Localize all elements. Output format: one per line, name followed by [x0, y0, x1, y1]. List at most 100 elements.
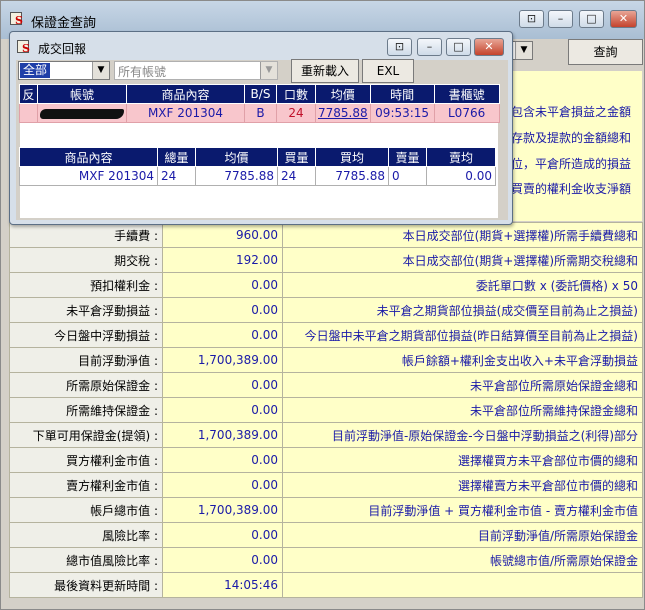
- time-cell: 09:53:15: [369, 103, 435, 123]
- chevron-down-icon: ▼: [260, 62, 277, 79]
- col-header[interactable]: 反: [19, 84, 38, 104]
- row-description: 委託單口數 x (委託價格) x 50: [282, 272, 643, 298]
- minimize-button[interactable]: –: [548, 10, 573, 28]
- row-value: 960.00: [162, 222, 283, 248]
- col-header[interactable]: 均價: [315, 84, 371, 104]
- row-description: 帳戶餘額+權利金支出收入+未平倉浮動損益: [282, 347, 643, 373]
- maximize-button[interactable]: □: [446, 38, 471, 56]
- row-value: 0.00: [162, 397, 283, 423]
- side-cell: B: [244, 103, 277, 123]
- row-label: 風險比率 :: [9, 522, 163, 548]
- row-label: 目前浮動淨值 :: [9, 347, 163, 373]
- col-header[interactable]: 買均: [315, 147, 389, 167]
- table-row: 手續費 :960.00 本日成交部位(期貨+選擇權)所需手續費總和: [9, 222, 643, 248]
- row-label: 買方權利金市值 :: [9, 447, 163, 473]
- table-row: 未平倉浮動損益 :0.00 未平倉之期貨部位損益(成交價至目前為止之損益): [9, 297, 643, 323]
- reverse-cell: [19, 103, 38, 123]
- desc-area: [513, 71, 642, 221]
- row-description: [282, 572, 643, 598]
- row-value: 1,700,389.00: [162, 497, 283, 523]
- table-row: 買方權利金市值 :0.00 選擇權買方未平倉部位市價的總和: [9, 447, 643, 473]
- row-label: 下單可用保證金(提領) :: [9, 422, 163, 448]
- col-header[interactable]: 總量: [157, 147, 196, 167]
- col-header[interactable]: 商品內容: [19, 147, 158, 167]
- close-button[interactable]: ✕: [474, 38, 504, 56]
- row-label: 期交稅 :: [9, 247, 163, 273]
- maximize-button[interactable]: □: [579, 10, 604, 28]
- product-cell: MXF 201304: [126, 103, 245, 123]
- account-filter-placeholder: 所有帳號: [118, 65, 167, 79]
- window-title: 保證金查詢: [31, 16, 97, 31]
- table-row: 下單可用保證金(提領) :1,700,389.00 目前浮動淨值-原始保證金-今日…: [9, 422, 643, 448]
- col-header[interactable]: 口數: [276, 84, 316, 104]
- row-label: 帳戶總市值 :: [9, 497, 163, 523]
- filter-select[interactable]: 全部 ▼: [18, 61, 110, 80]
- row-label: 最後資料更新時間 :: [9, 572, 163, 598]
- minimize-button[interactable]: –: [417, 38, 442, 56]
- col-header[interactable]: 商品內容: [126, 84, 245, 104]
- total-cell: 24: [157, 166, 196, 186]
- desc-partial-1: 包含未平倉損益之金額: [511, 105, 632, 119]
- col-header[interactable]: 均價: [195, 147, 278, 167]
- table-row: 帳戶總市值 :1,700,389.00 目前浮動淨值 + 買方權利金市值 - 賣方…: [9, 497, 643, 523]
- row-value: 0.00: [162, 472, 283, 498]
- row-label: 手續費 :: [9, 222, 163, 248]
- col-header[interactable]: 買量: [277, 147, 316, 167]
- col-header[interactable]: 賣量: [388, 147, 427, 167]
- qty-cell: 24: [276, 103, 316, 123]
- table-row: 賣方權利金市值 :0.00 選擇權賣方未平倉部位市價的總和: [9, 472, 643, 498]
- restore-dock-icon[interactable]: ⊡: [387, 38, 412, 56]
- buy-avg-cell: 7785.88: [315, 166, 389, 186]
- row-value: 0.00: [162, 447, 283, 473]
- row-value: 0.00: [162, 372, 283, 398]
- table-row: 目前浮動淨值 :1,700,389.00 帳戶餘額+權利金支出收入+未平倉浮動損益: [9, 347, 643, 373]
- query-button[interactable]: 查詢: [568, 39, 643, 65]
- row-description: 未平倉部位所需原始保證金總和: [282, 372, 643, 398]
- redaction-scribble: [40, 108, 124, 119]
- row-value: 1,700,389.00: [162, 422, 283, 448]
- row-value: 0.00: [162, 522, 283, 548]
- avg-cell: 7785.88: [195, 166, 278, 186]
- table-row: 預扣權利金 :0.00 委託單口數 x (委託價格) x 50: [9, 272, 643, 298]
- col-header[interactable]: 時間: [369, 84, 435, 104]
- summary-table: 商品內容 總量 均價 買量 買均 賣量 賣均 MXF 201304 24 778…: [19, 147, 496, 186]
- row-description: 目前浮動淨值-原始保證金-今日盤中浮動損益之(利得)部分: [282, 422, 643, 448]
- table-row[interactable]: MXF 201304 B 24 7785.88 09:53:15 L0766: [19, 103, 500, 123]
- popup-title: 成交回報: [38, 42, 87, 56]
- row-description: 本日成交部位(期貨+選擇權)所需手續費總和: [282, 222, 643, 248]
- table-row: 所需原始保證金 :0.00 未平倉部位所需原始保證金總和: [9, 372, 643, 398]
- fill-report-window: S 成交回報 ⊡ – □ ✕ 全部 ▼ 所有帳號 ▼ 重新載入 EXL 反 帳號…: [9, 31, 513, 225]
- table-row: 期交稅 :192.00 本日成交部位(期貨+選擇權)所需期交稅總和: [9, 247, 643, 273]
- fills-table: 反 帳號 商品內容 B/S 口數 均價 時間 書櫃號 MXF 201304 B …: [19, 84, 500, 123]
- row-label: 所需原始保證金 :: [9, 372, 163, 398]
- sell-qty-cell: 0: [388, 166, 427, 186]
- row-description: 目前浮動淨值 + 買方權利金市值 - 賣方權利金市值: [282, 497, 643, 523]
- table-row: 所需維持保證金 :0.00 未平倉部位所需維持保證金總和: [9, 397, 643, 423]
- col-header[interactable]: 帳號: [37, 84, 127, 104]
- close-button[interactable]: ✕: [610, 10, 637, 28]
- row-label: 總市值風險比率 :: [9, 547, 163, 573]
- row-description: 本日成交部位(期貨+選擇權)所需期交稅總和: [282, 247, 643, 273]
- row-value: 0.00: [162, 322, 283, 348]
- desc-partial-2: 存款及提款的金額總和: [511, 131, 632, 145]
- table-row[interactable]: MXF 201304 24 7785.88 24 7785.88 0 0.00: [19, 166, 496, 186]
- account-filter-select[interactable]: 所有帳號 ▼: [114, 61, 278, 80]
- col-header[interactable]: 賣均: [426, 147, 496, 167]
- desc-partial-3: 位，平倉所造成的損益: [511, 157, 632, 171]
- row-value: 1,700,389.00: [162, 347, 283, 373]
- excel-button[interactable]: EXL: [362, 59, 414, 83]
- buy-qty-cell: 24: [277, 166, 316, 186]
- avg-price-link[interactable]: 7785.88: [315, 103, 371, 123]
- chevron-down-icon: ▼: [92, 62, 109, 79]
- row-description: 目前浮動淨值/所需原始保證金: [282, 522, 643, 548]
- desc-partial-4: 買賣的權利金收支淨額: [511, 182, 632, 196]
- table-row: 風險比率 :0.00 目前浮動淨值/所需原始保證金: [9, 522, 643, 548]
- col-header[interactable]: 書櫃號: [433, 84, 500, 104]
- table-row: 最後資料更新時間 :14:05:46: [9, 572, 643, 598]
- margin-table: 手續費 :960.00 本日成交部位(期貨+選擇權)所需手續費總和 期交稅 :192…: [9, 222, 643, 598]
- row-description: 未平倉之期貨部位損益(成交價至目前為止之損益): [282, 297, 643, 323]
- reload-button[interactable]: 重新載入: [291, 59, 359, 83]
- col-header[interactable]: B/S: [244, 84, 277, 104]
- restore-dock-icon[interactable]: ⊡: [519, 10, 544, 28]
- redacted-account: [37, 103, 127, 123]
